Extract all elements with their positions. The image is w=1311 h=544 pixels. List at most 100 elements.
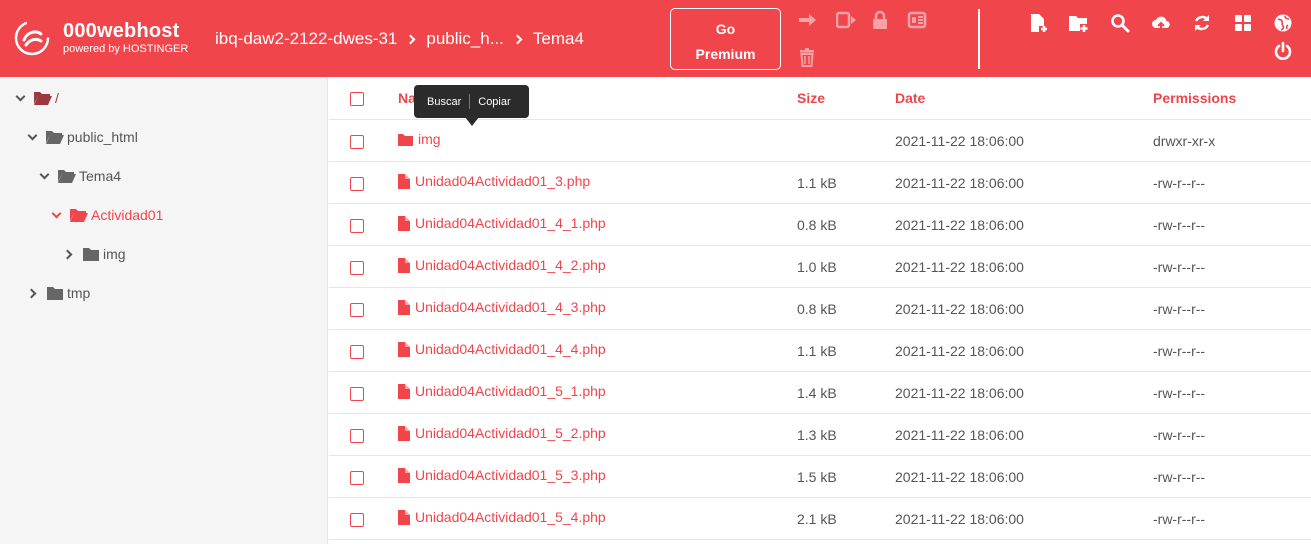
- row-checkbox[interactable]: [350, 303, 364, 317]
- tree-item-label: tmp: [67, 285, 91, 301]
- table-row[interactable]: Unidad04Actividad01_4_3.php 0.8 kB 2021-11…: [329, 288, 1311, 330]
- file-date: 2021-11-22 18:06:00: [895, 175, 1024, 191]
- column-header-date[interactable]: Date: [895, 90, 925, 106]
- select-all-checkbox[interactable]: [350, 92, 364, 106]
- copy-action[interactable]: Copiar: [478, 96, 510, 108]
- power-icon[interactable]: [1271, 39, 1295, 63]
- file-icon: [398, 383, 410, 399]
- chevron-right-icon[interactable]: [62, 247, 76, 261]
- file-name-link[interactable]: Unidad04Actividad01_5_1.php: [398, 383, 606, 399]
- globe-icon[interactable]: [1271, 11, 1295, 35]
- breadcrumb-item-root[interactable]: ibq-daw2-2122-dwes-31: [215, 28, 397, 50]
- upload-icon[interactable]: [1149, 11, 1173, 35]
- folder-icon: [83, 248, 99, 261]
- file-name: Unidad04Actividad01_4_1.php: [415, 215, 606, 231]
- file-icon: [398, 215, 410, 231]
- breadcrumb-item-tema4[interactable]: Tema4: [533, 28, 584, 50]
- row-checkbox[interactable]: [350, 261, 364, 275]
- archive-icon[interactable]: [905, 8, 929, 32]
- move-icon[interactable]: [795, 8, 819, 32]
- table-row[interactable]: Unidad04Actividad01_3.php 1.1 kB 2021-11-2…: [329, 162, 1311, 204]
- file-size: 1.5 kB: [797, 469, 837, 485]
- file-date: 2021-11-22 18:06:00: [895, 385, 1024, 401]
- premium-line2: Premium: [695, 45, 756, 62]
- file-name: Unidad04Actividad01_5_2.php: [415, 425, 606, 441]
- column-header-size[interactable]: Size: [797, 90, 825, 106]
- chevron-down-icon[interactable]: [26, 130, 40, 144]
- refresh-icon[interactable]: [1190, 11, 1214, 35]
- file-name: img: [418, 131, 441, 147]
- row-checkbox[interactable]: [350, 513, 364, 527]
- toolbar-divider: [978, 9, 980, 69]
- file-permissions: drwxr-xr-x: [1153, 133, 1216, 149]
- file-permissions: -rw-r--r--: [1153, 427, 1206, 443]
- file-date: 2021-11-22 18:06:00: [895, 427, 1024, 443]
- file-name-link[interactable]: Unidad04Actividad01_5_2.php: [398, 425, 606, 441]
- file-name-link[interactable]: Unidad04Actividad01_4_1.php: [398, 215, 606, 231]
- table-row[interactable]: Unidad04Actividad01_4_2.php 1.0 kB 2021-11…: [329, 246, 1311, 288]
- tree-item-actividad01[interactable]: Actividad01: [50, 204, 163, 226]
- row-checkbox[interactable]: [350, 135, 364, 149]
- file-size: 1.4 kB: [797, 385, 837, 401]
- tree-item-tema4[interactable]: Tema4: [38, 165, 121, 187]
- file-name: Unidad04Actividad01_5_1.php: [415, 383, 606, 399]
- rename-icon[interactable]: [834, 8, 858, 32]
- row-checkbox[interactable]: [350, 471, 364, 485]
- search-action[interactable]: Buscar: [427, 96, 461, 108]
- file-table: Name Size Date Permissions img2021-11-22…: [329, 77, 1311, 544]
- file-name-link[interactable]: Unidad04Actividad01_4_2.php: [398, 257, 606, 273]
- file-name-link[interactable]: img: [398, 131, 441, 147]
- row-checkbox[interactable]: [350, 177, 364, 191]
- chevron-right-icon: [405, 34, 416, 44]
- chevron-down-icon[interactable]: [38, 169, 52, 183]
- file-name: Unidad04Actividad01_4_3.php: [415, 299, 606, 315]
- row-checkbox[interactable]: [350, 429, 364, 443]
- tooltip-arrow: [465, 117, 479, 126]
- tree-item-tmp[interactable]: tmp: [26, 282, 90, 304]
- table-row[interactable]: Unidad04Actividad01_5_1.php 1.4 kB 2021-11…: [329, 372, 1311, 414]
- delete-icon[interactable]: [795, 45, 819, 69]
- tree-item-label: Tema4: [79, 168, 122, 184]
- file-permissions: -rw-r--r--: [1153, 343, 1206, 359]
- new-file-icon[interactable]: [1026, 11, 1050, 35]
- file-name: Unidad04Actividad01_5_3.php: [415, 467, 606, 483]
- file-name-link[interactable]: Unidad04Actividad01_4_4.php: [398, 341, 606, 357]
- table-row[interactable]: Unidad04Actividad01_4_1.php 0.8 kB 2021-11…: [329, 204, 1311, 246]
- breadcrumb-item-public-html[interactable]: public_h...: [426, 28, 504, 50]
- column-header-permissions[interactable]: Permissions: [1153, 90, 1236, 106]
- tree-item-root[interactable]: /: [14, 87, 59, 109]
- file-name-link[interactable]: Unidad04Actividad01_5_4.php: [398, 509, 606, 525]
- file-name-link[interactable]: Unidad04Actividad01_3.php: [398, 173, 590, 189]
- chevron-right-icon[interactable]: [26, 286, 40, 300]
- new-folder-icon[interactable]: [1066, 11, 1090, 35]
- file-date: 2021-11-22 18:06:00: [895, 511, 1024, 527]
- folder-open-icon: [70, 209, 88, 222]
- row-checkbox[interactable]: [350, 345, 364, 359]
- file-date: 2021-11-22 18:06:00: [895, 469, 1024, 485]
- tree-item-img[interactable]: img: [62, 243, 126, 265]
- chevron-down-icon[interactable]: [50, 208, 64, 222]
- file-date: 2021-11-22 18:06:00: [895, 343, 1024, 359]
- file-size: 1.1 kB: [797, 343, 837, 359]
- view-grid-icon[interactable]: [1231, 11, 1255, 35]
- lock-icon[interactable]: [868, 8, 892, 32]
- go-premium-button[interactable]: Go Premium: [670, 8, 781, 70]
- row-checkbox[interactable]: [350, 219, 364, 233]
- row-checkbox[interactable]: [350, 387, 364, 401]
- file-name: Unidad04Actividad01_4_2.php: [415, 257, 606, 273]
- file-date: 2021-11-22 18:06:00: [895, 301, 1024, 317]
- file-name-link[interactable]: Unidad04Actividad01_4_3.php: [398, 299, 606, 315]
- file-icon: [398, 299, 410, 315]
- tree-item-label: /: [55, 90, 59, 106]
- chevron-down-icon[interactable]: [14, 91, 28, 105]
- tree-item-public-html[interactable]: public_html: [26, 126, 138, 148]
- table-row[interactable]: Unidad04Actividad01_5_4.php 2.1 kB 2021-11…: [329, 498, 1311, 540]
- table-row[interactable]: Unidad04Actividad01_5_3.php 1.5 kB 2021-11…: [329, 456, 1311, 498]
- table-row[interactable]: img 2021-11-22 18:06:00 drwxr-xr-x: [329, 120, 1311, 162]
- table-row[interactable]: Unidad04Actividad01_5_2.php 1.3 kB 2021-11…: [329, 414, 1311, 456]
- file-name-link[interactable]: Unidad04Actividad01_5_3.php: [398, 467, 606, 483]
- context-tooltip: Buscar Copiar: [414, 85, 529, 118]
- file-date: 2021-11-22 18:06:00: [895, 217, 1024, 233]
- table-row[interactable]: Unidad04Actividad01_4_4.php 1.1 kB 2021-11…: [329, 330, 1311, 372]
- search-icon[interactable]: [1108, 11, 1132, 35]
